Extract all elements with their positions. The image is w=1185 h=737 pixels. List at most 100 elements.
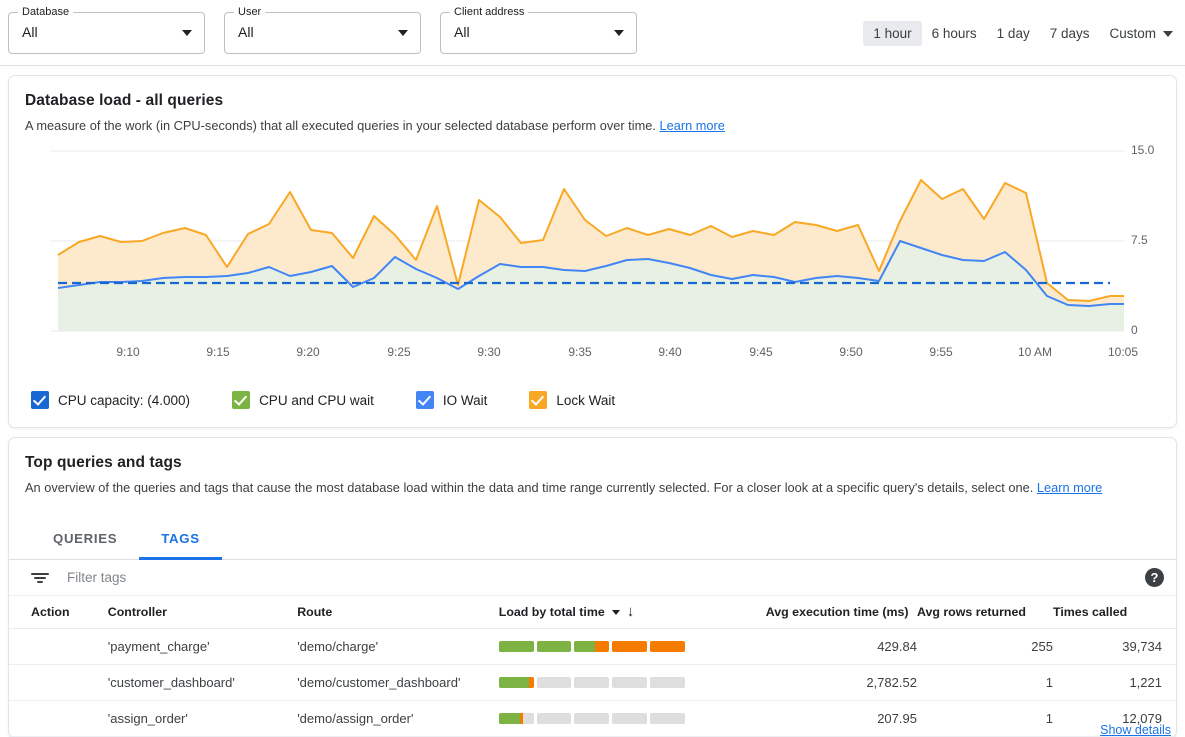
y-axis-label-7-5: 7.5: [1131, 233, 1148, 247]
row-controller-1: 'customer_dashboard': [108, 665, 297, 701]
x-axis-label-4: 9:30: [477, 345, 500, 359]
x-axis-label-10: 10 AM: [1018, 345, 1052, 359]
row-exec-0: 429.84: [766, 629, 917, 665]
load-seg: [499, 713, 534, 724]
row-action-0: [9, 629, 108, 665]
tab-queries[interactable]: QUERIES: [31, 518, 139, 560]
filter-row: ?: [9, 560, 1176, 596]
legend-item-lock-wait[interactable]: Lock Wait: [529, 391, 615, 409]
load-seg: [537, 641, 572, 652]
row-controller-2: 'assign_order': [108, 701, 297, 737]
tab-tags[interactable]: TAGS: [139, 518, 221, 560]
load-seg: [537, 713, 572, 724]
load-seg: [650, 677, 685, 688]
tags-table-header-row: Action Controller Route Load by total ti…: [9, 596, 1176, 629]
user-select-label: User: [234, 6, 265, 19]
row-load-2: [499, 701, 766, 737]
chevron-down-icon: [398, 30, 408, 36]
chevron-down-icon: [182, 30, 192, 36]
top-queries-description: An overview of the queries and tags that…: [9, 472, 1176, 496]
row-rows-1: 1: [917, 665, 1053, 701]
header-load-by-total-time[interactable]: Load by total time ↓: [499, 596, 766, 629]
top-filter-bar: Database All User All Client address All…: [0, 0, 1185, 66]
table-row[interactable]: 'payment_charge' 'demo/charge' 429.84 25…: [9, 629, 1176, 665]
x-axis-label-0: 9:10: [116, 345, 139, 359]
header-action: Action: [9, 596, 108, 629]
database-select[interactable]: Database All: [8, 12, 205, 54]
sort-control-load[interactable]: Load by total time ↓: [499, 605, 635, 619]
row-rows-2: 1: [917, 701, 1053, 737]
database-load-description-text: A measure of the work (in CPU-seconds) t…: [25, 118, 656, 133]
load-seg: [499, 677, 534, 688]
load-seg: [612, 677, 647, 688]
x-axis-label-2: 9:20: [296, 345, 319, 359]
client-address-select-label: Client address: [450, 6, 528, 19]
legend-item-io-wait[interactable]: IO Wait: [416, 391, 488, 409]
load-seg: [574, 713, 609, 724]
database-load-learn-more-link[interactable]: Learn more: [659, 118, 724, 133]
client-address-select[interactable]: Client address All: [440, 12, 637, 54]
load-seg: [574, 641, 609, 652]
help-icon[interactable]: ?: [1145, 568, 1164, 587]
row-route-1: 'demo/customer_dashboard': [297, 665, 499, 701]
y-axis-label-0: 0: [1131, 323, 1138, 337]
time-range-1-hour[interactable]: 1 hour: [863, 21, 921, 46]
filter-tags-input[interactable]: [65, 569, 465, 586]
load-seg: [574, 677, 609, 688]
checkbox-checked-icon[interactable]: [232, 391, 250, 409]
legend-label-lock-wait: Lock Wait: [556, 393, 615, 408]
time-range-6-hours[interactable]: 6 hours: [922, 21, 987, 46]
show-details-link[interactable]: Show details: [1100, 723, 1171, 737]
filter-selects: Database All User All Client address All: [8, 12, 637, 54]
database-load-description: A measure of the work (in CPU-seconds) t…: [9, 110, 1176, 134]
x-axis-label-8: 9:50: [839, 345, 862, 359]
header-times-called: Times called: [1053, 596, 1176, 629]
load-seg: [650, 641, 685, 652]
row-times-1: 1,221: [1053, 665, 1176, 701]
user-select-value: All: [238, 24, 254, 40]
top-queries-title: Top queries and tags: [9, 438, 1176, 472]
legend-label-io-wait: IO Wait: [443, 393, 488, 408]
user-select[interactable]: User All: [224, 12, 421, 54]
row-load-1: [499, 665, 766, 701]
legend-label-cpu-and-cpu-wait: CPU and CPU wait: [259, 393, 374, 408]
header-avg-rows-returned: Avg rows returned: [917, 596, 1053, 629]
chevron-down-icon: [612, 610, 620, 615]
load-seg: [537, 677, 572, 688]
top-queries-description-text: An overview of the queries and tags that…: [25, 480, 1033, 495]
tags-table: Action Controller Route Load by total ti…: [9, 596, 1176, 737]
row-times-0: 39,734: [1053, 629, 1176, 665]
top-queries-and-tags-card: Top queries and tags An overview of the …: [8, 437, 1177, 737]
x-axis-label-11: 10:05: [1108, 345, 1138, 359]
database-select-label: Database: [18, 6, 73, 19]
x-axis-label-9: 9:55: [929, 345, 952, 359]
legend-item-cpu-capacity[interactable]: CPU capacity: (4.000): [31, 391, 190, 409]
y-axis-label-15: 15.0: [1131, 143, 1154, 157]
header-avg-execution-time: Avg execution time (ms): [766, 596, 917, 629]
time-range-custom-label: Custom: [1109, 26, 1156, 41]
row-action-1: [9, 665, 108, 701]
checkbox-checked-icon[interactable]: [416, 391, 434, 409]
time-range-custom[interactable]: Custom: [1099, 21, 1177, 46]
top-queries-learn-more-link[interactable]: Learn more: [1037, 480, 1102, 495]
load-bar: [499, 641, 685, 652]
x-axis-label-5: 9:35: [568, 345, 591, 359]
checkbox-checked-icon[interactable]: [529, 391, 547, 409]
time-range-7-days[interactable]: 7 days: [1040, 21, 1100, 46]
x-axis-label-7: 9:45: [749, 345, 772, 359]
row-route-0: 'demo/charge': [297, 629, 499, 665]
table-row[interactable]: 'assign_order' 'demo/assign_order' 207.9…: [9, 701, 1176, 737]
checkbox-checked-icon[interactable]: [31, 391, 49, 409]
legend-item-cpu-and-cpu-wait[interactable]: CPU and CPU wait: [232, 391, 374, 409]
time-range-1-day[interactable]: 1 day: [987, 21, 1040, 46]
row-times-2: 12,079 Show details: [1053, 701, 1176, 737]
x-axis-label-1: 9:15: [206, 345, 229, 359]
client-address-select-value: All: [454, 24, 470, 40]
row-action-2: [9, 701, 108, 737]
database-load-card: Database load - all queries A measure of…: [8, 75, 1177, 428]
table-row[interactable]: 'customer_dashboard' 'demo/customer_dash…: [9, 665, 1176, 701]
x-axis-label-3: 9:25: [387, 345, 410, 359]
load-bar: [499, 677, 685, 688]
x-axis-label-6: 9:40: [658, 345, 681, 359]
tags-table-head: Action Controller Route Load by total ti…: [9, 596, 1176, 629]
